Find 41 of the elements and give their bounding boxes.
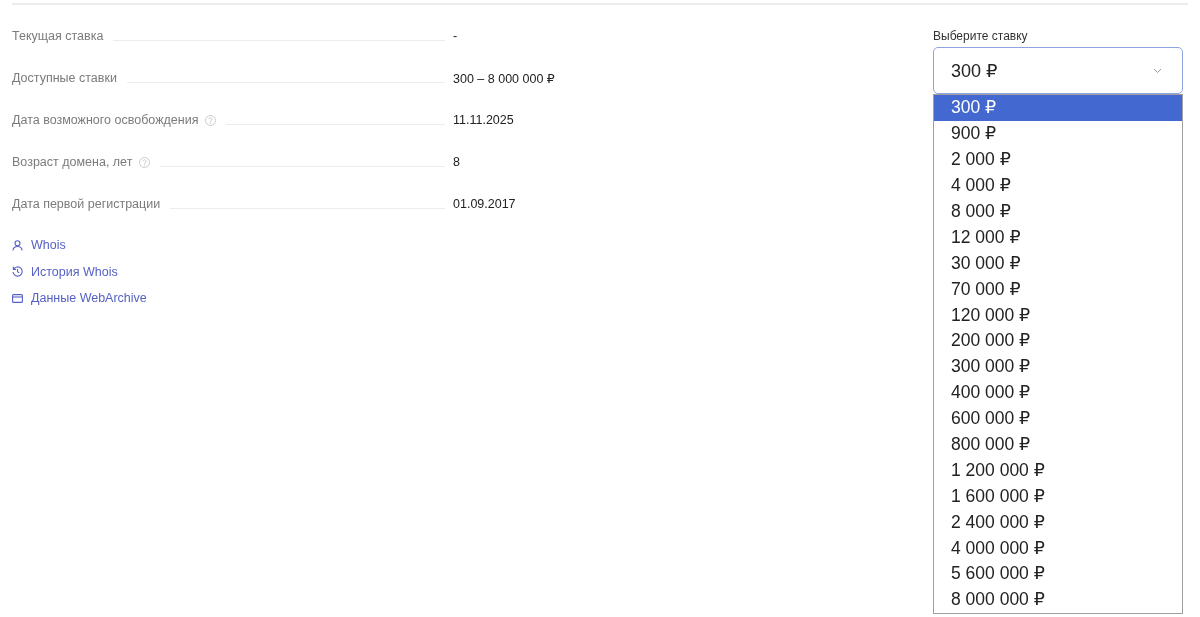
browser-window-icon (12, 292, 23, 304)
info-link[interactable]: Whois (12, 232, 66, 259)
dropdown-option[interactable]: 400 000 ₽ (934, 379, 1182, 406)
dropdown-option[interactable]: 300 ₽ (934, 95, 1182, 121)
dropdown-option[interactable]: 1 600 000 ₽ (934, 483, 1182, 510)
dropdown-option[interactable]: 1 200 000 ₽ (934, 457, 1182, 484)
field-value: 01.09.2017 (453, 197, 516, 211)
dropdown-option[interactable]: 900 ₽ (934, 120, 1182, 147)
select-label: Выберите ставку (933, 29, 1028, 44)
field-label: Доступные ставки (12, 71, 117, 85)
field-label: Возраст домена, лет (12, 155, 133, 169)
help-icon[interactable] (139, 156, 151, 168)
field-value: 8 (453, 155, 460, 169)
field-value: - (453, 29, 458, 43)
field-label: Дата первой регистрации (12, 197, 161, 211)
dropdown-option[interactable]: 4 000 000 ₽ (934, 535, 1182, 562)
dropdown-option[interactable]: 30 000 ₽ (934, 250, 1182, 277)
info-link[interactable]: История Whois (12, 258, 118, 285)
dropdown-option[interactable]: 5 600 000 ₽ (934, 561, 1182, 587)
dropdown-option[interactable]: 300 000 ₽ (934, 353, 1182, 380)
dropdown-option[interactable]: 800 000 ₽ (934, 431, 1182, 458)
dropdown-option[interactable]: 2 000 ₽ (934, 146, 1182, 173)
dropdown-option[interactable]: 4 000 ₽ (934, 172, 1182, 199)
dropdown-option[interactable]: 120 000 ₽ (934, 302, 1182, 328)
dropdown-option[interactable]: 600 000 ₽ (934, 405, 1182, 432)
dropdown-option[interactable]: 200 000 ₽ (934, 328, 1182, 354)
field-label: Текущая ставка (12, 29, 104, 43)
dropdown-option[interactable]: 12 000 ₽ (934, 224, 1182, 251)
history-icon (12, 266, 23, 278)
field-value: 300 – 8 000 000 ₽ (453, 70, 555, 86)
help-icon[interactable] (205, 114, 217, 126)
dropdown-option[interactable]: 8 000 000 ₽ (934, 586, 1182, 613)
field-label: Дата возможного освобождения (12, 113, 199, 127)
info-link[interactable]: Данные WebArchive (12, 285, 147, 312)
dropdown-option[interactable]: 2 400 000 ₽ (934, 509, 1182, 536)
field-value: 11.11.2025 (453, 113, 514, 127)
bid-select[interactable]: 300 ₽ (933, 47, 1183, 94)
dropdown-option[interactable]: 70 000 ₽ (934, 276, 1182, 303)
dropdown-option[interactable]: 8 000 ₽ (934, 198, 1182, 225)
person-icon (12, 239, 23, 251)
chevron-down-icon (1153, 67, 1162, 74)
